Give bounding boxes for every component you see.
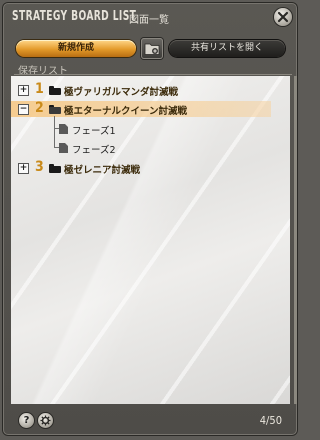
new-board-button[interactable]: 新規作成 [16, 40, 136, 57]
document-icon [59, 124, 68, 134]
strategy-board-window: STRATEGY BOARD LIST 図面一覧 新規作成 共有リストを開く 保… [2, 2, 298, 436]
item-number: 3 [35, 159, 44, 175]
tree-child-item[interactable]: フェーズ1 [11, 121, 271, 137]
expand-toggle[interactable]: + [18, 85, 29, 96]
saved-list-panel: + 1 極ヴァリガルマンダ討滅戦 − 2 極エターナルクイーン討滅戦 フェーズ1… [11, 76, 290, 404]
tree-item-1[interactable]: + 1 極ヴァリガルマンダ討滅戦 [11, 81, 271, 98]
tree-item-3[interactable]: + 3 極ゼレニア討滅戦 [11, 159, 271, 176]
window-title: STRATEGY BOARD LIST [12, 9, 137, 24]
title-bar: STRATEGY BOARD LIST 図面一覧 [12, 8, 262, 30]
folder-add-button[interactable] [141, 38, 163, 59]
item-number: 1 [35, 81, 44, 97]
section-divider [14, 74, 292, 75]
expand-toggle[interactable]: + [18, 163, 29, 174]
item-label: 極エターナルクイーン討滅戦 [64, 106, 188, 117]
folder-icon [49, 164, 61, 173]
help-button[interactable]: ? [19, 413, 34, 428]
list-scrollbar[interactable] [294, 76, 297, 404]
close-button[interactable] [274, 8, 292, 26]
open-shared-list-button[interactable]: 共有リストを開く [169, 40, 285, 57]
board-count: 4/50 [259, 414, 282, 427]
folder-add-icon [144, 43, 160, 55]
window-subtitle: 図面一覧 [129, 15, 169, 26]
item-label: 極ヴァリガルマンダ討滅戦 [64, 87, 179, 98]
item-label: 極ゼレニア討滅戦 [64, 165, 141, 176]
item-number: 2 [35, 100, 44, 116]
settings-button[interactable] [38, 413, 53, 428]
tree-child-item[interactable]: フェーズ2 [11, 140, 271, 156]
document-icon [59, 143, 68, 153]
item-label: フェーズ1 [72, 126, 116, 137]
item-label: フェーズ2 [72, 145, 116, 156]
folder-icon [49, 86, 61, 95]
gear-icon [40, 415, 51, 426]
collapse-toggle[interactable]: − [18, 104, 29, 115]
folder-open-icon [49, 105, 61, 114]
toolbar: 新規作成 共有リストを開く [12, 38, 292, 62]
tree-item-2[interactable]: − 2 極エターナルクイーン討滅戦 [11, 100, 271, 117]
close-icon [277, 11, 289, 23]
